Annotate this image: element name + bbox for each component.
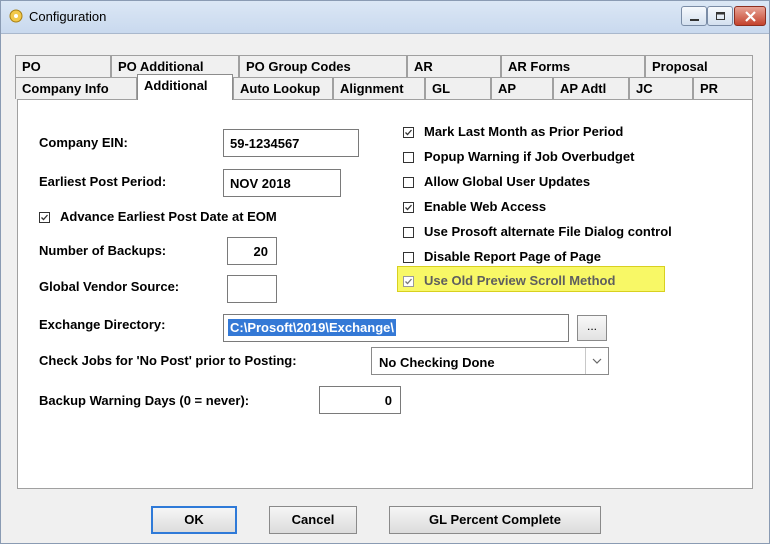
tab-company-info[interactable]: Company Info	[15, 77, 137, 99]
tab-label: JC	[636, 81, 653, 96]
tab-gl[interactable]: GL	[425, 77, 491, 99]
advance-eom-checkbox[interactable]: Advance Earliest Post Date at EOM	[39, 209, 277, 224]
tab-label: Alignment	[340, 81, 404, 96]
gl-percent-complete-button[interactable]: GL Percent Complete	[389, 506, 601, 534]
tab-label: AP	[498, 81, 517, 96]
checkbox-label: Popup Warning if Job Overbudget	[424, 149, 635, 164]
chevron-down-icon[interactable]	[585, 348, 608, 374]
checkbox-icon	[39, 212, 50, 223]
tab-jc[interactable]: JC	[629, 77, 693, 99]
maximize-button[interactable]	[707, 6, 733, 26]
tab-po-group-codes[interactable]: PO Group Codes	[239, 55, 407, 77]
checkbox-icon	[403, 202, 414, 213]
global-vendor-source-label: Global Vendor Source:	[39, 279, 180, 294]
exchange-directory-value: C:\Prosoft\2019\Exchange\	[228, 319, 396, 336]
checkbox-icon	[403, 127, 414, 138]
cancel-button[interactable]: Cancel	[269, 506, 357, 534]
checkbox-label: Enable Web Access	[424, 199, 547, 214]
title-bar[interactable]: Configuration	[1, 1, 769, 34]
tab-po[interactable]: PO	[15, 55, 111, 77]
checkbox-label: Mark Last Month as Prior Period	[424, 124, 624, 139]
exchange-directory-label: Exchange Directory:	[39, 317, 166, 332]
checkbox-label: Allow Global User Updates	[424, 174, 591, 189]
tab-ap-adtl[interactable]: AP Adtl	[553, 77, 629, 99]
popup-warning-checkbox[interactable]: Popup Warning if Job Overbudget	[403, 149, 634, 164]
tab-label: PO Additional	[118, 59, 204, 74]
checkbox-icon	[403, 227, 414, 238]
check-jobs-select[interactable]: No Checking Done	[371, 347, 609, 375]
ok-button[interactable]: OK	[151, 506, 237, 534]
tab-alignment[interactable]: Alignment	[333, 77, 425, 99]
tab-auto-lookup[interactable]: Auto Lookup	[233, 77, 333, 99]
minimize-icon	[690, 19, 699, 21]
configuration-window: Configuration PO PO Additional PO Group …	[0, 0, 770, 544]
tab-label: Auto Lookup	[240, 81, 321, 96]
browse-button[interactable]: ...	[577, 315, 607, 341]
tab-proposal[interactable]: Proposal	[645, 55, 753, 77]
tab-pr[interactable]: PR	[693, 77, 753, 99]
checkbox-icon	[403, 152, 414, 163]
checkbox-label: Advance Earliest Post Date at EOM	[60, 209, 277, 224]
company-ein-field[interactable]: 59-1234567	[223, 129, 359, 157]
tab-additional[interactable]: Additional	[137, 74, 233, 100]
disable-report-page-checkbox[interactable]: Disable Report Page of Page	[403, 249, 601, 264]
exchange-directory-field[interactable]: C:\Prosoft\2019\Exchange\	[223, 314, 569, 342]
checkbox-icon	[403, 177, 414, 188]
global-vendor-source-field[interactable]	[227, 275, 277, 303]
tab-ap[interactable]: AP	[491, 77, 553, 99]
old-preview-scroll-checkbox[interactable]: Use Old Preview Scroll Method	[403, 273, 615, 288]
checkbox-icon	[403, 252, 414, 263]
tab-label: Proposal	[652, 59, 708, 74]
earliest-post-period-field[interactable]: NOV 2018	[223, 169, 341, 197]
company-ein-label: Company EIN:	[39, 135, 128, 150]
tab-label: AR	[414, 59, 433, 74]
number-of-backups-label: Number of Backups:	[39, 243, 167, 258]
tab-label: AR Forms	[508, 59, 571, 74]
checkbox-icon	[403, 276, 414, 287]
tab-label: GL	[432, 81, 451, 96]
check-jobs-label: Check Jobs for 'No Post' prior to Postin…	[39, 353, 297, 368]
tab-ar-forms[interactable]: AR Forms	[501, 55, 645, 77]
backup-warning-days-label: Backup Warning Days (0 = never):	[39, 393, 250, 408]
allow-global-updates-checkbox[interactable]: Allow Global User Updates	[403, 174, 590, 189]
number-of-backups-field[interactable]: 20	[227, 237, 277, 265]
minimize-button[interactable]	[681, 6, 707, 26]
tab-label: AP Adtl	[560, 81, 607, 96]
tab-label: PO	[22, 59, 41, 74]
mark-last-month-checkbox[interactable]: Mark Last Month as Prior Period	[403, 124, 623, 139]
checkbox-label: Disable Report Page of Page	[424, 249, 601, 264]
enable-web-access-checkbox[interactable]: Enable Web Access	[403, 199, 546, 214]
tab-label: PR	[700, 81, 719, 96]
check-jobs-value: No Checking Done	[379, 355, 495, 370]
tab-label: Additional	[144, 78, 208, 93]
tab-label: PO Group Codes	[246, 59, 351, 74]
checkbox-label: Use Old Preview Scroll Method	[424, 273, 616, 288]
window-title: Configuration	[29, 9, 107, 24]
alt-file-dialog-checkbox[interactable]: Use Prosoft alternate File Dialog contro…	[403, 224, 672, 239]
tab-label: Company Info	[22, 81, 109, 96]
maximize-icon	[716, 12, 725, 20]
additional-panel	[17, 99, 753, 489]
earliest-post-period-label: Earliest Post Period:	[39, 174, 167, 189]
tab-ar[interactable]: AR	[407, 55, 501, 77]
backup-warning-days-field[interactable]: 0	[319, 386, 401, 414]
close-button[interactable]	[734, 6, 766, 26]
close-icon	[745, 11, 756, 22]
checkbox-label: Use Prosoft alternate File Dialog contro…	[424, 224, 672, 239]
app-icon	[9, 9, 23, 23]
